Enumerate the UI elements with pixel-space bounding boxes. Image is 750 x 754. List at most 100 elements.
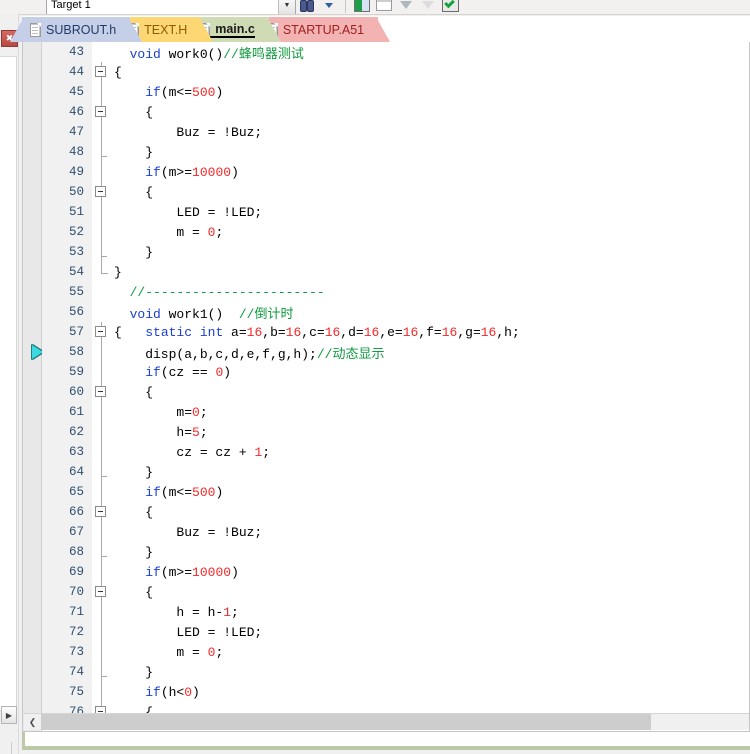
code-line[interactable]: 57{ static int a=16,b=16,c=16,d=16,e=16,… — [42, 322, 749, 342]
code-line[interactable]: 74 } — [42, 662, 749, 682]
code-line[interactable]: 65 if(m<=500) — [42, 482, 749, 502]
fold-margin[interactable] — [92, 682, 112, 702]
find-in-files-icon[interactable] — [297, 0, 317, 14]
collapse-all-icon[interactable] — [396, 0, 416, 14]
fold-margin[interactable] — [92, 322, 112, 342]
fold-margin[interactable] — [92, 502, 112, 522]
fold-margin[interactable] — [92, 282, 112, 302]
breakpoint-gutter[interactable] — [23, 42, 43, 731]
fold-collapse-icon[interactable] — [95, 66, 106, 77]
code-token: h= — [114, 424, 193, 440]
file-tab-subrout-h[interactable]: SUBROUT.h — [10, 17, 143, 42]
code-line[interactable]: 68 } — [42, 542, 749, 562]
fold-margin[interactable] — [92, 82, 112, 102]
code-line[interactable]: 49 if(m>=10000) — [42, 162, 749, 182]
code-line[interactable]: 51 LED = !LED; — [42, 202, 749, 222]
code-line[interactable]: 47 Buz = !Buz; — [42, 122, 749, 142]
window-icon[interactable] — [374, 0, 394, 14]
fold-margin[interactable] — [92, 302, 112, 322]
fold-margin[interactable] — [92, 582, 112, 602]
code-line[interactable]: 69 if(m>=10000) — [42, 562, 749, 582]
fold-margin[interactable] — [92, 622, 112, 642]
horizontal-scrollbar[interactable]: ❮ — [24, 713, 749, 730]
scroll-right-button[interactable]: ▶ — [1, 706, 17, 724]
fold-margin[interactable] — [92, 242, 112, 262]
code-text: if(m>=10000) — [112, 565, 239, 580]
fold-margin[interactable] — [92, 102, 112, 122]
fold-margin[interactable] — [92, 362, 112, 382]
fold-collapse-icon[interactable] — [95, 186, 106, 197]
code-line[interactable]: 53 } — [42, 242, 749, 262]
fold-margin[interactable] — [92, 602, 112, 622]
fold-margin[interactable] — [92, 202, 112, 222]
fold-margin[interactable] — [92, 662, 112, 682]
scrollbar-track[interactable] — [41, 714, 749, 730]
fold-margin[interactable] — [92, 182, 112, 202]
fold-margin[interactable] — [92, 122, 112, 142]
code-line[interactable]: 52 m = 0; — [42, 222, 749, 242]
code-line[interactable]: 43 void work0()//蜂鸣器测试 — [42, 42, 749, 62]
fold-margin[interactable] — [92, 542, 112, 562]
code-line[interactable]: 66 { — [42, 502, 749, 522]
code-line[interactable]: 64 } — [42, 462, 749, 482]
expand-all-icon[interactable] — [418, 0, 438, 14]
code-line[interactable]: 75 if(h<0) — [42, 682, 749, 702]
code-line[interactable]: 60 { — [42, 382, 749, 402]
manage-components-icon[interactable] — [352, 0, 372, 14]
fold-margin[interactable] — [92, 402, 112, 422]
fold-margin[interactable] — [92, 642, 112, 662]
code-line[interactable]: 72 LED = !LED; — [42, 622, 749, 642]
code-line[interactable]: 44 { — [42, 62, 749, 82]
scrollbar-thumb[interactable] — [41, 714, 651, 730]
code-line[interactable]: 48 } — [42, 142, 749, 162]
fold-collapse-icon[interactable] — [95, 326, 106, 337]
code-line[interactable]: 61 m=0; — [42, 402, 749, 422]
fold-margin[interactable] — [92, 262, 112, 282]
code-line[interactable]: 46 { — [42, 102, 749, 122]
tab-label: main.c — [210, 22, 255, 38]
code-text: void work1() //倒计时 — [112, 303, 294, 322]
code-token: } — [114, 464, 154, 480]
scroll-left-button[interactable]: ❮ — [24, 714, 41, 730]
fold-collapse-icon[interactable] — [95, 586, 106, 597]
configure-icon[interactable] — [440, 0, 460, 14]
code-line[interactable]: 59 if(cz == 0) — [42, 362, 749, 382]
code-line[interactable]: 67 Buz = !Buz; — [42, 522, 749, 542]
fold-line — [101, 662, 102, 682]
code-line[interactable]: 58 disp(a,b,c,d,e,f,g,h);//动态显示 — [42, 342, 749, 362]
fold-margin[interactable] — [92, 422, 112, 442]
fold-margin[interactable] — [92, 522, 112, 542]
fold-margin[interactable] — [92, 442, 112, 462]
code-editor[interactable]: 43 void work0()//蜂鸣器测试 44{45 if(m<=500) 46… — [22, 42, 750, 732]
code-line[interactable]: 70 { — [42, 582, 749, 602]
code-line[interactable]: 63 cz = cz + 1; — [42, 442, 749, 462]
code-token: 16 — [402, 324, 419, 340]
fold-margin[interactable] — [92, 142, 112, 162]
bookmark-icon[interactable] — [319, 0, 339, 14]
target-combo[interactable]: Target 1 ▼ — [46, 0, 296, 14]
fold-margin[interactable] — [92, 562, 112, 582]
chevron-down-icon[interactable]: ▼ — [278, 0, 295, 14]
fold-collapse-icon[interactable] — [95, 386, 106, 397]
fold-margin[interactable] — [92, 62, 112, 82]
code-line[interactable]: 45 if(m<=500) — [42, 82, 749, 102]
code-token: ,f= — [418, 324, 442, 340]
code-line[interactable]: 71 h = h-1; — [42, 602, 749, 622]
code-line[interactable]: 54} — [42, 262, 749, 282]
code-line[interactable]: 62 h=5; — [42, 422, 749, 442]
fold-margin[interactable] — [92, 382, 112, 402]
fold-margin[interactable] — [92, 162, 112, 182]
code-line[interactable]: 56 void work1() //倒计时 — [42, 302, 749, 322]
fold-margin[interactable] — [92, 462, 112, 482]
fold-collapse-icon[interactable] — [95, 106, 106, 117]
fold-collapse-icon[interactable] — [95, 506, 106, 517]
code-lines[interactable]: 43 void work0()//蜂鸣器测试 44{45 if(m<=500) 46… — [42, 42, 749, 731]
fold-margin[interactable] — [92, 42, 112, 62]
code-token: // — [316, 346, 333, 362]
fold-margin[interactable] — [92, 482, 112, 502]
code-line[interactable]: 50 { — [42, 182, 749, 202]
code-line[interactable]: 55 //----------------------- — [42, 282, 749, 302]
fold-margin[interactable] — [92, 342, 112, 362]
code-line[interactable]: 73 m = 0; — [42, 642, 749, 662]
fold-margin[interactable] — [92, 222, 112, 242]
